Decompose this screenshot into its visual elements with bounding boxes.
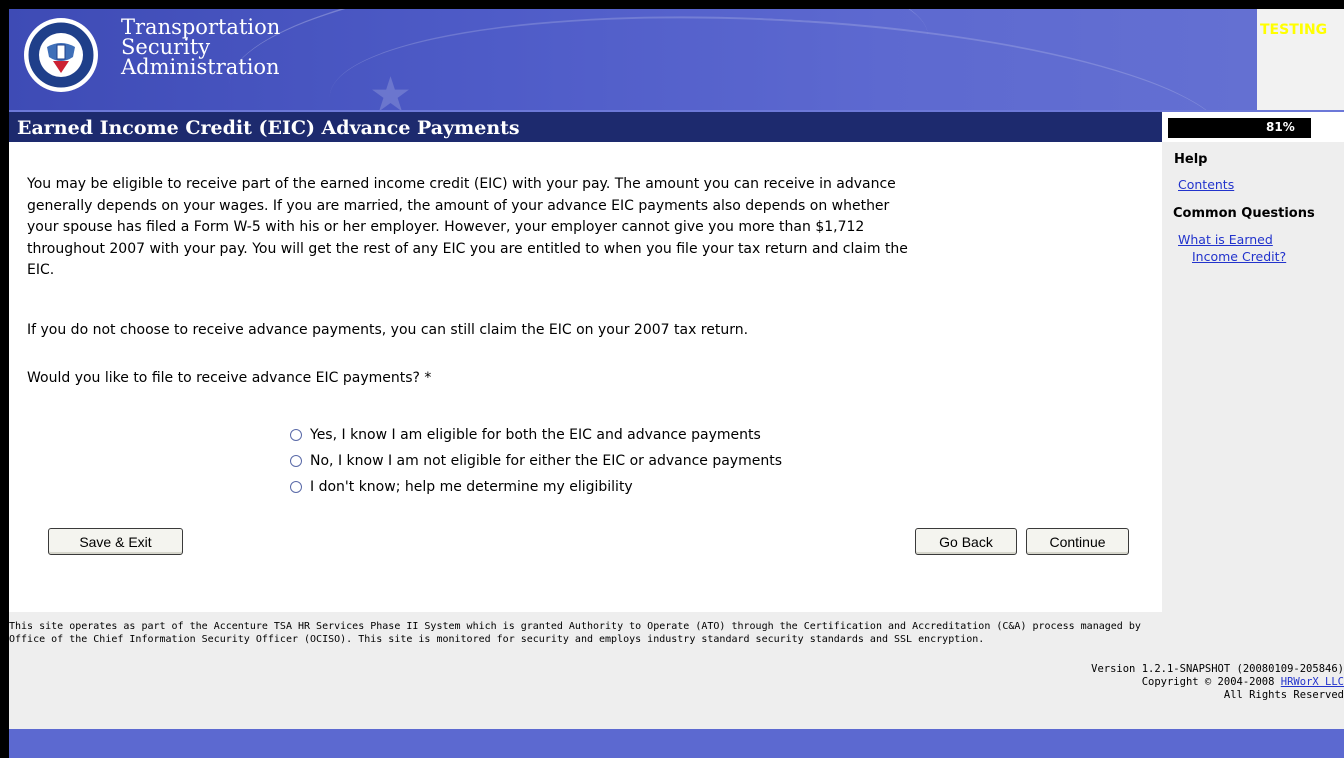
save-exit-button[interactable]: Save & Exit [48, 528, 183, 555]
title-bar: Earned Income Credit (EIC) Advance Payme… [9, 110, 1162, 142]
help-heading: Help [1174, 152, 1208, 167]
dhs-seal-icon [24, 18, 98, 92]
progress-remaining [1311, 118, 1344, 138]
radio-yes[interactable] [290, 429, 302, 441]
version-info: Version 1.2.1-SNAPSHOT (20080109-205846)… [1091, 663, 1344, 702]
progress-bar: 81% [1168, 118, 1344, 138]
go-back-button[interactable]: Go Back [915, 528, 1017, 555]
option-yes-label: Yes, I know I am eligible for both the E… [310, 427, 761, 443]
eic-question-link[interactable]: What is Earned Income Credit? [1178, 231, 1286, 265]
question-label: Would you like to file to receive advanc… [27, 370, 432, 386]
version-text: Version 1.2.1-SNAPSHOT (20080109-205846) [1091, 663, 1344, 675]
eic-description: You may be eligible to receive part of t… [27, 176, 908, 278]
page-frame: ★ Transportation Security Administration… [0, 0, 1344, 758]
header-banner: ★ Transportation Security Administration [9, 9, 1257, 110]
main-content: You may be eligible to receive part of t… [9, 142, 1162, 612]
option-yes[interactable]: Yes, I know I am eligible for both the E… [290, 424, 761, 446]
top-border [0, 0, 1344, 9]
agency-line-2: Security [121, 35, 211, 59]
page-title: Earned Income Credit (EIC) Advance Payme… [17, 117, 520, 139]
option-no-label: No, I know I am not eligible for either … [310, 453, 783, 469]
option-dont-know[interactable]: I don't know; help me determine my eligi… [290, 476, 633, 498]
rights-text: All Rights Reserved [1223, 689, 1344, 701]
agency-name: Transportation Security Administration [121, 15, 281, 79]
contents-link[interactable]: Contents [1178, 176, 1234, 193]
progress-label: 81% [1266, 120, 1295, 134]
copyright-text: Copyright © 2004-2008 HRWorX LLC [1141, 676, 1344, 688]
option-no[interactable]: No, I know I am not eligible for either … [290, 450, 782, 472]
hrworx-link[interactable]: HRWorX LLC [1281, 676, 1344, 688]
star-decoration-icon: ★ [369, 67, 413, 110]
common-questions-heading: Common Questions [1173, 206, 1315, 221]
option-dont-know-label: I don't know; help me determine my eligi… [310, 479, 633, 495]
help-sidebar: Help Contents Common Questions What is E… [1162, 142, 1344, 612]
security-notice: This site operates as part of the Accent… [9, 621, 1141, 645]
left-border [0, 0, 9, 758]
environment-badge: TESTING [1260, 22, 1328, 38]
footer: This site operates as part of the Accent… [9, 612, 1344, 729]
agency-line-1: Transportation [121, 15, 281, 39]
advance-payment-note: If you do not choose to receive advance … [27, 322, 749, 338]
radio-no[interactable] [290, 455, 302, 467]
radio-dont-know[interactable] [290, 481, 302, 493]
agency-line-3: Administration [121, 55, 280, 79]
continue-button[interactable]: Continue [1026, 528, 1129, 555]
footer-band [9, 729, 1344, 758]
